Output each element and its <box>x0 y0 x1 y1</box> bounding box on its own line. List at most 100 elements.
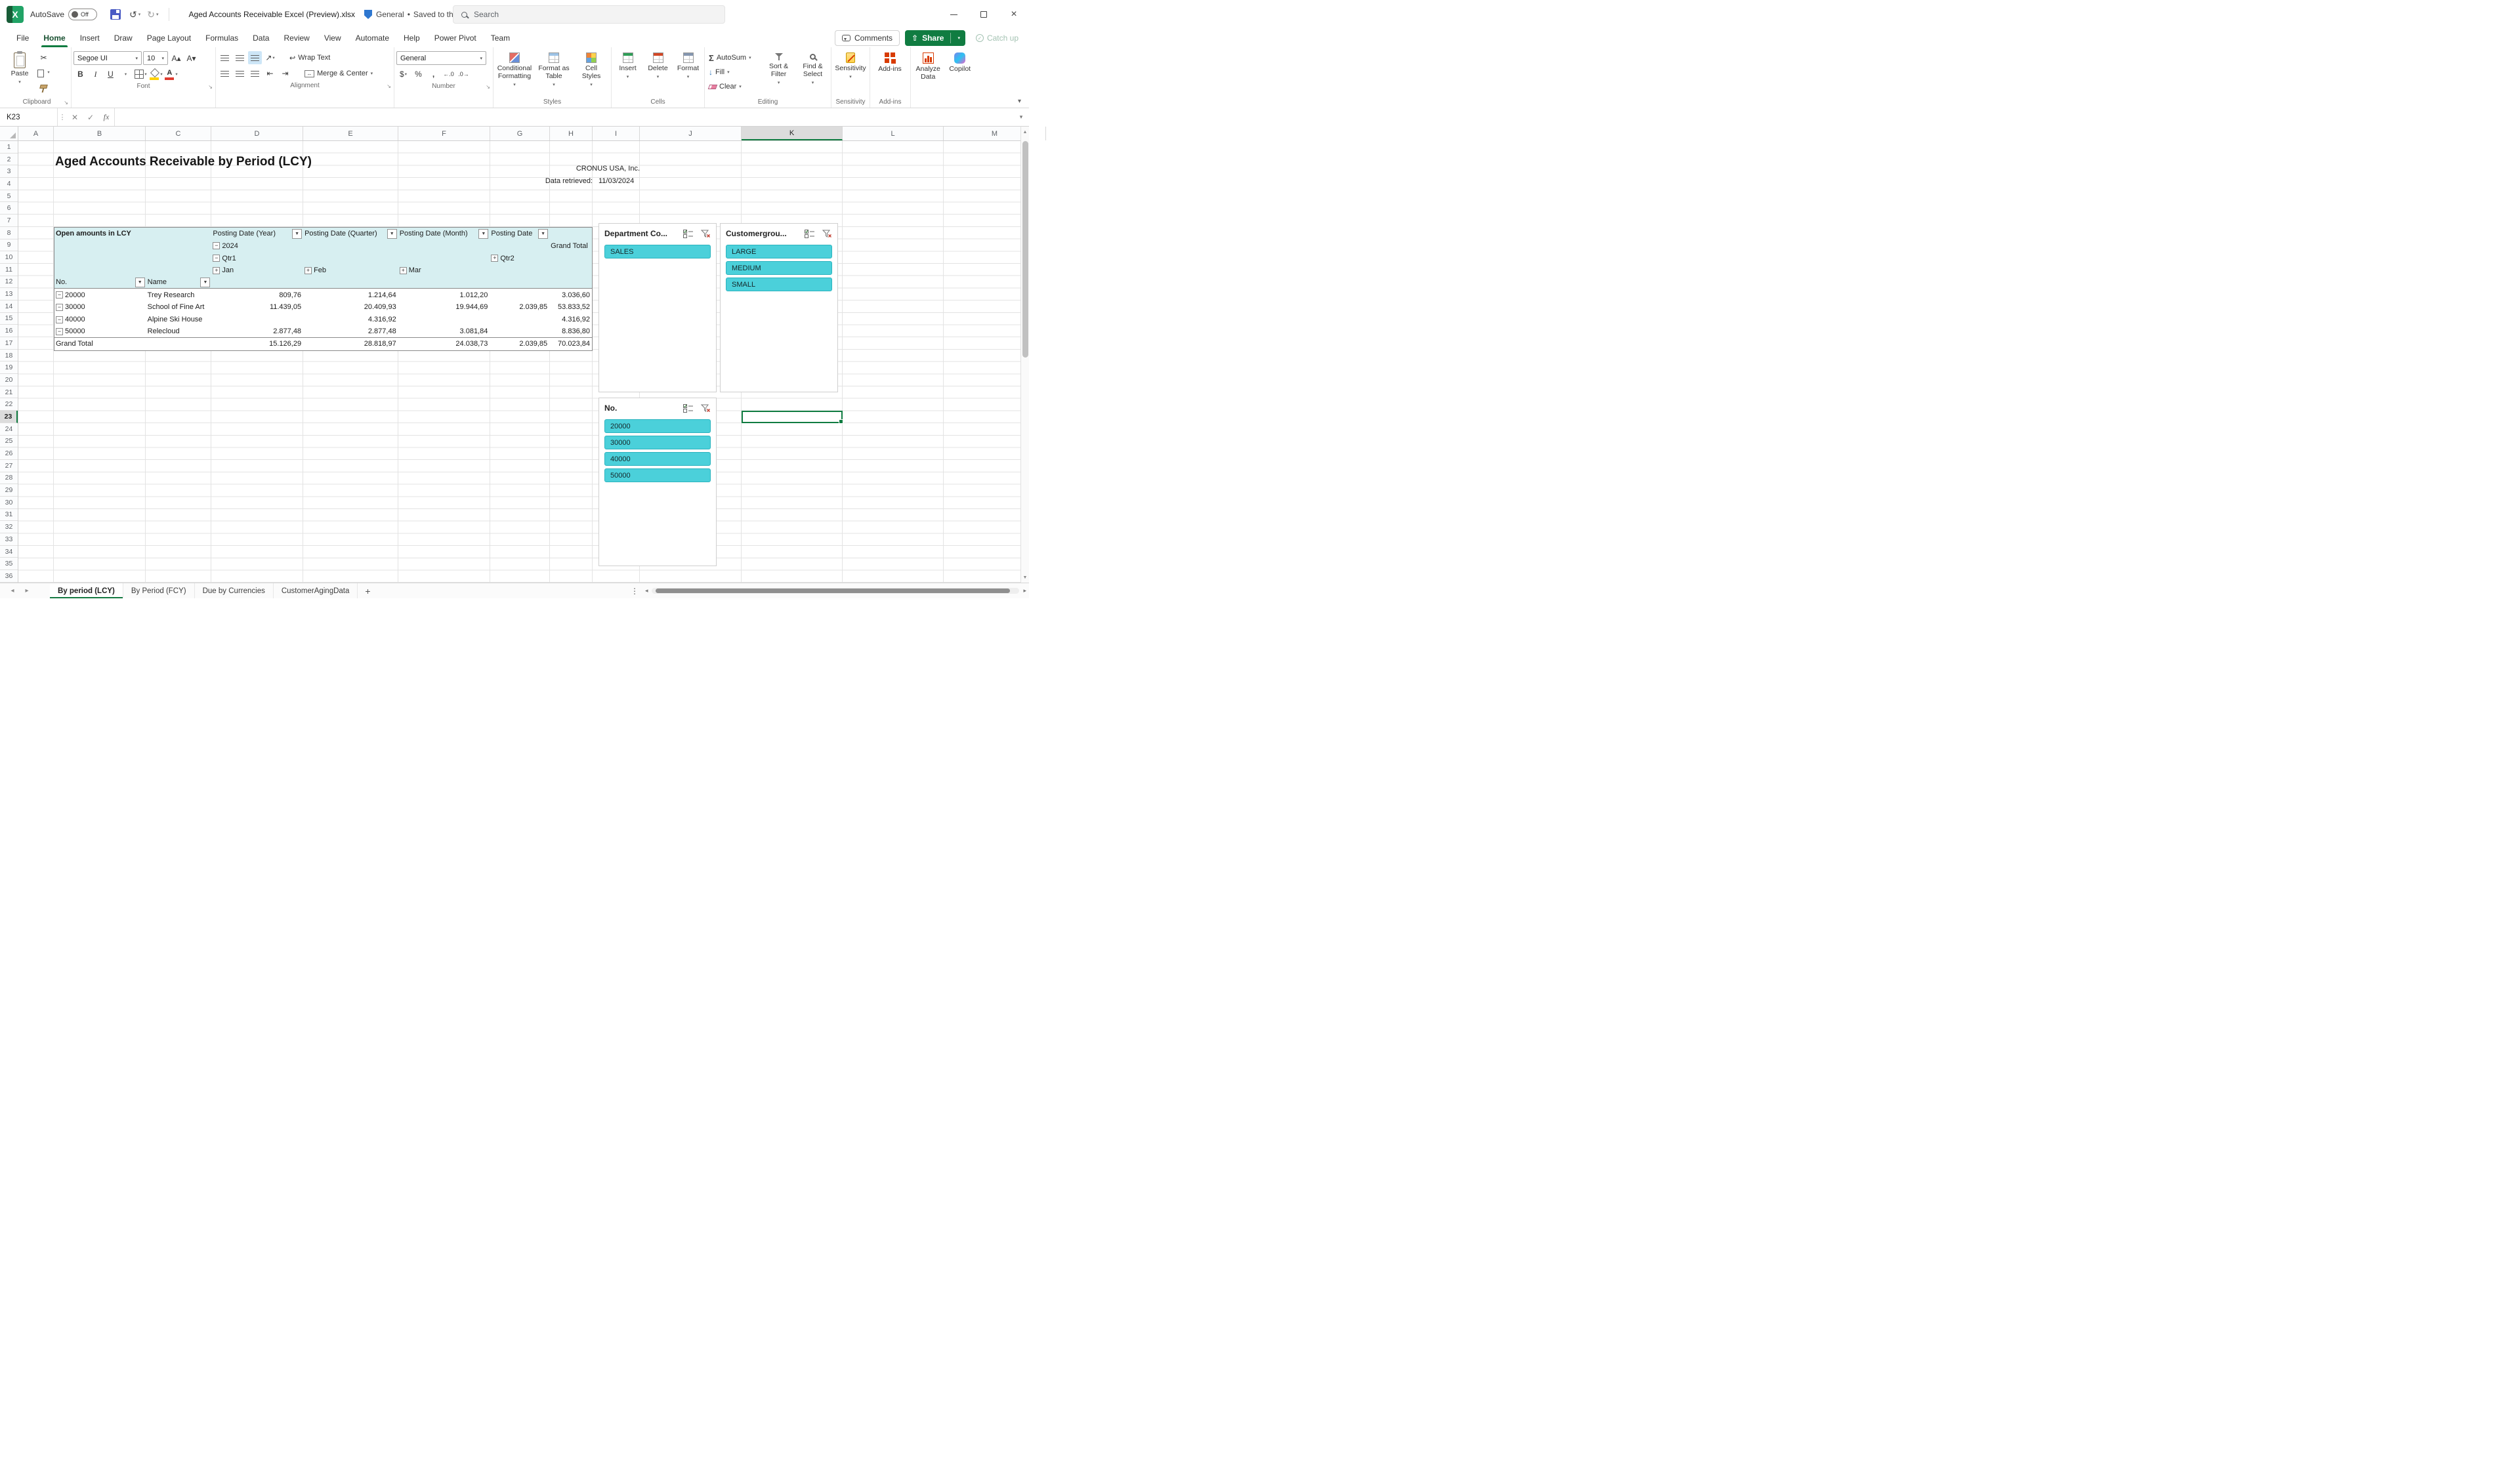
font-size-combo[interactable]: 10▾ <box>143 51 168 65</box>
pivot-field-year[interactable]: Posting Date (Year)▼ <box>211 228 303 240</box>
row-header-21[interactable]: 21 <box>0 386 18 399</box>
paste-button[interactable]: Paste▾ <box>5 50 35 87</box>
multi-select-icon[interactable] <box>682 228 695 239</box>
close-button[interactable]: × <box>999 0 1029 29</box>
pivot-no-cell[interactable]: −50000 <box>54 325 146 337</box>
pivot-jan-cell[interactable]: +Jan <box>211 264 303 277</box>
pivot-name-cell[interactable]: Alpine Ski House <box>146 314 212 326</box>
slicer-item-SMALL[interactable]: SMALL <box>726 278 832 291</box>
scroll-up-icon[interactable]: ▲ <box>1023 127 1028 137</box>
expand-formula-bar-button[interactable]: ▾ <box>1013 108 1029 126</box>
column-header-C[interactable]: C <box>146 127 211 140</box>
tab-draw[interactable]: Draw <box>107 29 140 47</box>
insert-function-button[interactable]: fx <box>98 108 114 126</box>
row-header-34[interactable]: 34 <box>0 546 18 558</box>
underline-button[interactable]: U <box>104 68 117 81</box>
row-header-30[interactable]: 30 <box>0 497 18 509</box>
vertical-scrollbar[interactable]: ▲ ▼ <box>1020 127 1029 583</box>
pivot-value-cell[interactable]: 2.877,48 <box>303 325 398 337</box>
vertical-scroll-thumb[interactable] <box>1022 141 1028 358</box>
tab-data[interactable]: Data <box>245 29 276 47</box>
grand-total-value-cell[interactable]: 24.038,73 <box>398 338 490 350</box>
scroll-down-icon[interactable]: ▼ <box>1023 572 1028 583</box>
filter-dropdown-icon[interactable]: ▼ <box>538 229 548 239</box>
filter-dropdown-icon[interactable]: ▼ <box>292 229 302 239</box>
percent-style-button[interactable]: % <box>411 68 425 81</box>
sheet-tab[interactable]: By Period (FCY) <box>123 583 195 598</box>
pivot-value-cell[interactable]: 2.877,48 <box>211 325 303 337</box>
font-name-combo[interactable]: Segoe UI▾ <box>74 51 142 65</box>
pivot-qtr2-cell[interactable]: +Qtr2 <box>490 252 549 264</box>
row-header-4[interactable]: 4 <box>0 178 18 190</box>
sheet-tab[interactable]: CustomerAgingData <box>274 583 358 598</box>
column-header-D[interactable]: D <box>211 127 303 140</box>
row-header-2[interactable]: 2 <box>0 154 18 166</box>
grand-total-label-cell[interactable]: Grand Total <box>54 338 211 350</box>
row-header-32[interactable]: 32 <box>0 521 18 533</box>
collapse-ribbon-button[interactable]: ▾ <box>1018 98 1021 105</box>
row-header-1[interactable]: 1 <box>0 141 18 154</box>
pivot-value-cell[interactable]: 1.214,64 <box>303 289 398 301</box>
selected-cell-K23[interactable] <box>742 411 843 423</box>
grand-total-value-cell[interactable]: 2.039,85 <box>490 338 549 350</box>
pivot-value-cell[interactable]: 19.944,69 <box>398 301 490 314</box>
pivot-value-cell[interactable] <box>490 325 549 337</box>
row-header-8[interactable]: 8 <box>0 227 18 239</box>
increase-indent-button[interactable]: ⇥ <box>278 67 292 80</box>
pivot-mar-cell[interactable]: +Mar <box>398 264 490 277</box>
increase-decimal-button[interactable]: ←.0 <box>442 68 455 81</box>
row-header-36[interactable]: 36 <box>0 570 18 583</box>
fill-color-button[interactable]: ▾ <box>149 68 163 81</box>
catch-up-button[interactable]: ✓ Catch up <box>971 30 1024 46</box>
row-header-22[interactable]: 22 <box>0 398 18 411</box>
expand-icon[interactable]: + <box>400 267 407 274</box>
row-header-24[interactable]: 24 <box>0 423 18 436</box>
row-header-12[interactable]: 12 <box>0 276 18 289</box>
tab-help[interactable]: Help <box>396 29 427 47</box>
row-header-5[interactable]: 5 <box>0 190 18 203</box>
add-sheet-button[interactable]: + <box>358 583 377 598</box>
undo-button[interactable]: ↺▾ <box>126 5 144 24</box>
pivot-value-cell[interactable] <box>398 314 490 326</box>
format-cells-button[interactable]: Format▾ <box>674 50 702 82</box>
tab-page-layout[interactable]: Page Layout <box>140 29 198 47</box>
pivot-value-cell[interactable] <box>211 314 303 326</box>
slicer-item-20000[interactable]: 20000 <box>604 419 711 433</box>
grand-total-value-cell[interactable]: 28.818,97 <box>303 338 398 350</box>
cell-styles-button[interactable]: CellStyles▾ <box>574 50 608 90</box>
column-header-A[interactable]: A <box>18 127 54 140</box>
accounting-format-button[interactable]: $▾ <box>396 68 410 81</box>
autosave-toggle[interactable]: Off <box>68 9 97 20</box>
filter-dropdown-icon[interactable]: ▼ <box>200 278 210 287</box>
pivot-value-cell[interactable]: 809,76 <box>211 289 303 301</box>
hscroll-left-icon[interactable]: ◂ <box>645 587 648 594</box>
pivot-no-cell[interactable]: −40000 <box>54 314 146 326</box>
pivot-name-cell[interactable]: School of Fine Art <box>146 301 212 314</box>
select-all-corner[interactable] <box>0 127 18 140</box>
pivot-value-cell[interactable]: 2.039,85 <box>490 301 549 314</box>
pivot-value-cell[interactable]: 8.836,80 <box>549 325 592 337</box>
cancel-entry-button[interactable]: ✕ <box>67 108 83 126</box>
multi-select-icon[interactable] <box>803 228 816 239</box>
share-dropdown-icon[interactable]: ▾ <box>955 35 963 41</box>
addins-button[interactable]: Add-ins <box>872 50 908 73</box>
row-header-9[interactable]: 9 <box>0 239 18 252</box>
clipboard-dialog-launcher[interactable]: ↘ <box>64 100 68 106</box>
row-header-29[interactable]: 29 <box>0 484 18 497</box>
slicer-item-LARGE[interactable]: LARGE <box>726 245 832 258</box>
redo-button[interactable]: ↻▾ <box>144 5 161 24</box>
alignment-dialog-launcher[interactable]: ↘ <box>387 83 391 89</box>
tab-file[interactable]: File <box>9 29 36 47</box>
increase-font-button[interactable]: A▴ <box>169 52 183 65</box>
grid-body[interactable]: Aged Accounts Receivable by Period (LCY)… <box>0 141 1020 583</box>
tab-formulas[interactable]: Formulas <box>198 29 245 47</box>
search-input[interactable]: Search <box>453 5 725 24</box>
grand-total-value-cell[interactable]: 15.126,29 <box>211 338 303 350</box>
enter-entry-button[interactable]: ✓ <box>83 108 98 126</box>
tab-automate[interactable]: Automate <box>348 29 396 47</box>
column-header-G[interactable]: G <box>490 127 550 140</box>
conditional-formatting-button[interactable]: ConditionalFormatting▾ <box>495 50 534 90</box>
sensitivity-button[interactable]: Sensitivity▾ <box>833 50 868 82</box>
copilot-button[interactable]: Copilot <box>945 50 975 73</box>
pivot-value-cell[interactable]: 3.081,84 <box>398 325 490 337</box>
